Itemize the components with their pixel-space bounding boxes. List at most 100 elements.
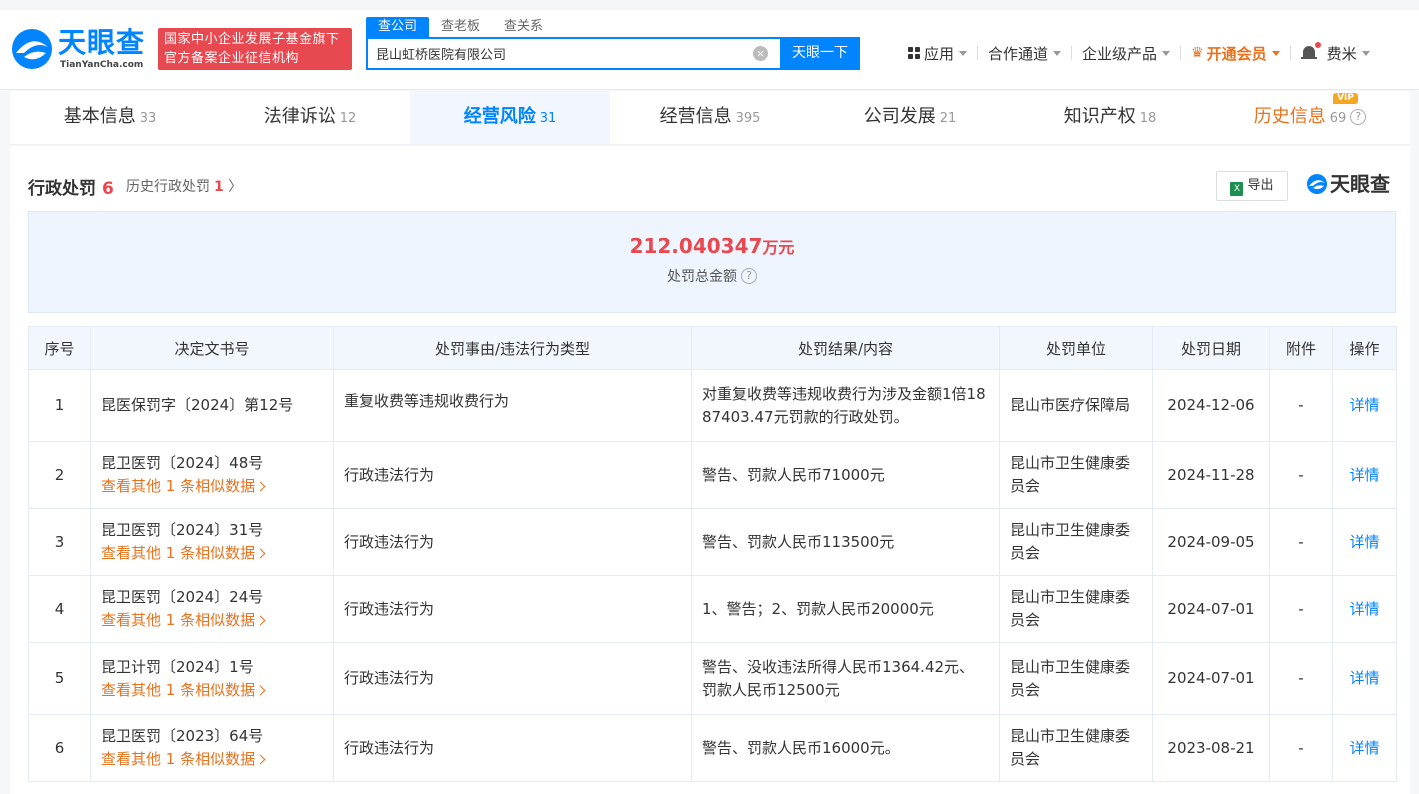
nav-vip[interactable]: ♛ 开通会员 — [1191, 43, 1280, 64]
tab-label: 经营风险 — [463, 106, 536, 127]
nav-channel[interactable]: 合作通道 — [988, 43, 1062, 64]
vip-tag: VIP — [1333, 93, 1358, 104]
similar-data-link[interactable]: 查看其他 1 条相似数据 — [101, 542, 323, 565]
table-row: 5 昆卫计罚〔2024〕1号 查看其他 1 条相似数据 行政违法行为 警告、没收… — [28, 642, 1397, 715]
tab-count: 33 — [139, 111, 157, 126]
cell-no: 6 — [28, 714, 91, 782]
tab-legal[interactable]: 法律诉讼 12 — [210, 91, 410, 144]
cell-attach: - — [1269, 642, 1333, 715]
tab-development[interactable]: 公司发展 21 — [810, 91, 1010, 144]
similar-data-link[interactable]: 查看其他 1 条相似数据 — [101, 748, 323, 771]
cell-result: 对重复收费等违规收费行为涉及金额1倍1887403.47元罚款的行政处罚。 — [691, 369, 1000, 442]
search-tab-boss[interactable]: 查老板 — [429, 17, 492, 37]
detail-link[interactable]: 详情 — [1332, 508, 1397, 576]
search-box: × — [366, 37, 780, 70]
cell-date: 2024-11-28 — [1152, 441, 1270, 509]
cell-date: 2023-08-21 — [1152, 714, 1270, 782]
cell-attach: - — [1269, 369, 1333, 442]
watermark-brand-text: 天眼查 — [1330, 172, 1390, 196]
cell-unit: 昆山市卫生健康委员会 — [999, 714, 1153, 782]
cell-doc-group: 昆卫医罚〔2024〕48号 查看其他 1 条相似数据 — [90, 441, 334, 509]
tab-count: 21 — [939, 111, 957, 126]
similar-data-link[interactable]: 查看其他 1 条相似数据 — [101, 679, 323, 702]
chevron-down-icon — [1053, 50, 1062, 56]
help-icon[interactable]: ? — [741, 268, 757, 284]
cell-attach: - — [1269, 508, 1333, 576]
cell-date: 2024-07-01 — [1152, 642, 1270, 715]
cell-no: 5 — [28, 642, 91, 715]
detail-link[interactable]: 详情 — [1332, 369, 1397, 442]
nav-apps-label: 应用 — [924, 44, 955, 63]
cell-doc: 昆卫医罚〔2023〕64号 — [101, 727, 264, 745]
nav-user[interactable]: 费米 — [1300, 42, 1370, 64]
tab-business-risk[interactable]: 经营风险 31 — [410, 91, 610, 144]
cell-no: 4 — [28, 575, 91, 643]
clear-icon[interactable]: × — [753, 46, 768, 61]
penalty-table: 序号 决定文书号 处罚事由/违法行为类型 处罚结果/内容 处罚单位 处罚日期 附… — [28, 326, 1397, 782]
nav-channel-label: 合作通道 — [988, 44, 1049, 63]
user-name: 费米 — [1326, 44, 1357, 63]
section-count: 6 — [102, 179, 114, 199]
cell-reason: 行政违法行为 — [333, 441, 692, 509]
chevron-right-icon — [255, 615, 266, 626]
tab-ip[interactable]: 知识产权 18 — [1010, 91, 1210, 144]
nav-apps[interactable]: 应用 — [908, 43, 968, 64]
search-button[interactable]: 天眼一下 — [780, 37, 860, 70]
chevron-down-icon — [1271, 50, 1280, 56]
search-input[interactable] — [368, 39, 738, 68]
tab-count: 69 — [1329, 111, 1347, 126]
similar-data-text: 查看其他 1 条相似数据 — [101, 477, 256, 495]
search-tab-company[interactable]: 查公司 — [366, 17, 430, 37]
logo-eye-icon — [12, 29, 52, 69]
cell-date: 2024-09-05 — [1152, 508, 1270, 576]
tab-count: 395 — [735, 111, 761, 126]
cell-doc-group: 昆卫医罚〔2024〕31号 查看其他 1 条相似数据 — [90, 508, 334, 576]
cell-unit: 昆山市卫生健康委员会 — [999, 508, 1153, 576]
cell-unit: 昆山市卫生健康委员会 — [999, 642, 1153, 715]
tianyancha-logo[interactable]: 天眼查 TianYanCha.com — [10, 27, 150, 73]
help-icon[interactable]: ? — [1350, 109, 1367, 125]
similar-data-link[interactable]: 查看其他 1 条相似数据 — [101, 609, 323, 632]
table-row: 2 昆卫医罚〔2024〕48号 查看其他 1 条相似数据 行政违法行为 警告、罚… — [28, 441, 1397, 509]
nav-enterprise[interactable]: 企业级产品 — [1082, 43, 1171, 64]
history-penalty-link[interactable]: 历史行政处罚 1 〉 — [126, 176, 242, 196]
cell-attach: - — [1269, 714, 1333, 782]
excel-icon: X — [1230, 182, 1244, 196]
chevron-right-icon: 〉 — [228, 179, 243, 195]
total-amount-label: 处罚总金额? — [29, 266, 1395, 286]
detail-link[interactable]: 详情 — [1332, 714, 1397, 782]
bell-icon[interactable] — [1300, 42, 1321, 62]
search-tab-relation[interactable]: 查关系 — [492, 17, 555, 37]
tab-label: 公司发展 — [863, 106, 936, 127]
total-amount: 212.040347万元 — [29, 234, 1395, 258]
section-title-text: 行政处罚 — [28, 179, 96, 199]
nav-vip-label: 开通会员 — [1206, 44, 1267, 63]
cell-no: 3 — [28, 508, 91, 576]
detail-link[interactable]: 详情 — [1332, 441, 1397, 509]
cell-doc-group: 昆卫医罚〔2024〕24号 查看其他 1 条相似数据 — [90, 575, 334, 643]
table-row: 4 昆卫医罚〔2024〕24号 查看其他 1 条相似数据 行政违法行为 1、警告… — [28, 575, 1397, 643]
col-header: 附件 — [1269, 326, 1333, 370]
tab-basic-info[interactable]: 基本信息 33 — [10, 91, 210, 144]
tab-label: 知识产权 — [1063, 106, 1136, 127]
chevron-right-icon — [255, 685, 266, 695]
badge-line1: 国家中小企业发展子基金旗下 — [164, 32, 340, 47]
export-button[interactable]: X 导出 — [1216, 171, 1288, 201]
chevron-right-icon — [255, 548, 266, 559]
crown-icon: ♛ — [1191, 45, 1204, 61]
similar-data-text: 查看其他 1 条相似数据 — [101, 611, 256, 629]
export-label: 导出 — [1247, 178, 1274, 193]
tab-business-info[interactable]: 经营信息 395 — [610, 91, 810, 144]
detail-link[interactable]: 详情 — [1332, 642, 1397, 715]
similar-data-link[interactable]: 查看其他 1 条相似数据 — [101, 475, 323, 498]
col-header: 处罚结果/内容 — [691, 326, 1000, 370]
table-header-row: 序号 决定文书号 处罚事由/违法行为类型 处罚结果/内容 处罚单位 处罚日期 附… — [28, 326, 1397, 370]
brand-name-en: TianYanCha.com — [60, 60, 144, 70]
cell-doc: 昆医保罚字〔2024〕第12号 — [90, 369, 334, 442]
tab-history[interactable]: VIP 历史信息 69? — [1210, 91, 1410, 144]
tab-count: 12 — [339, 111, 357, 126]
section-title: 行政处罚 6 — [28, 174, 114, 199]
cell-result: 1、警告；2、罚款人民币20000元 — [691, 575, 1000, 643]
detail-link[interactable]: 详情 — [1332, 575, 1397, 643]
cell-doc-group: 昆卫医罚〔2023〕64号 查看其他 1 条相似数据 — [90, 714, 334, 782]
